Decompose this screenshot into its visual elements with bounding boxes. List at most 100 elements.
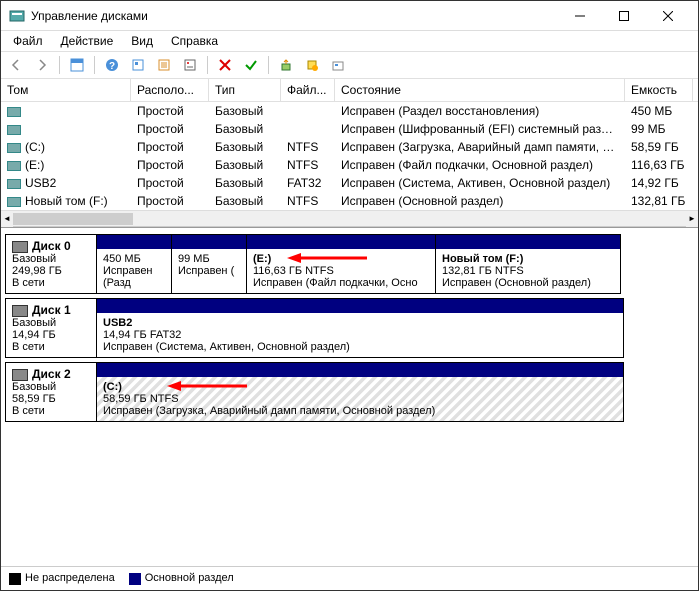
- partition[interactable]: USB214,94 ГБ FAT32Исправен (Система, Акт…: [96, 298, 624, 358]
- partition-label: USB2: [103, 317, 617, 329]
- volume-status: Исправен (Шифрованный (EFI) системный ра…: [335, 121, 625, 137]
- col-type[interactable]: Тип: [209, 79, 281, 101]
- volume-layout: Простой: [131, 157, 209, 173]
- disk-icon: [12, 241, 28, 253]
- view-top-icon[interactable]: [66, 54, 88, 76]
- close-button[interactable]: [646, 2, 690, 30]
- table-row[interactable]: ПростойБазовыйИсправен (Раздел восстанов…: [1, 102, 698, 120]
- partition[interactable]: (E:)116,63 ГБ NTFSИсправен (Файл подкачк…: [246, 234, 436, 294]
- volume-fs: NTFS: [281, 139, 335, 155]
- col-capacity[interactable]: Емкость: [625, 79, 693, 101]
- volume-fs: [281, 121, 335, 137]
- disk-type: Базовый: [12, 253, 90, 265]
- scrollbar-thumb[interactable]: [13, 213, 133, 225]
- col-volume[interactable]: Том: [1, 79, 131, 101]
- volume-layout: Простой: [131, 193, 209, 209]
- volume-status: Исправен (Файл подкачки, Основной раздел…: [335, 157, 625, 173]
- menu-action[interactable]: Действие: [53, 32, 122, 50]
- volume-name: [1, 103, 131, 119]
- table-row[interactable]: USB2ПростойБазовыйFAT32Исправен (Система…: [1, 174, 698, 192]
- scroll-right-icon[interactable]: ►: [686, 211, 698, 227]
- disk-icon: [12, 369, 28, 381]
- maximize-button[interactable]: [602, 2, 646, 30]
- table-header: Том Располо... Тип Файл... Состояние Емк…: [1, 79, 698, 102]
- volumes-table: Том Располо... Тип Файл... Состояние Емк…: [1, 79, 698, 227]
- partition-size: 450 МБ: [103, 253, 165, 265]
- partition-color-bar: [97, 235, 171, 249]
- scroll-left-icon[interactable]: ◄: [1, 211, 13, 227]
- list-icon[interactable]: [153, 54, 175, 76]
- partition-status: Исправен (Файл подкачки, Осно: [253, 277, 429, 289]
- toolbar: ?: [1, 51, 698, 79]
- action1-icon[interactable]: [275, 54, 297, 76]
- partition-color-bar: [172, 235, 246, 249]
- col-fs[interactable]: Файл...: [281, 79, 335, 101]
- properties-icon[interactable]: [179, 54, 201, 76]
- volume-icon: [7, 197, 21, 207]
- disk-type: Базовый: [12, 381, 90, 393]
- help-icon[interactable]: ?: [101, 54, 123, 76]
- volume-type: Базовый: [209, 121, 281, 137]
- partition-color-bar: [97, 363, 623, 377]
- volume-name: [1, 121, 131, 137]
- table-row[interactable]: ПростойБазовый Исправен (Шифрованный (EFI…: [1, 120, 698, 138]
- volume-layout: Простой: [131, 121, 209, 137]
- delete-icon[interactable]: [214, 54, 236, 76]
- partitions-container: (C:)58,59 ГБ NTFSИсправен (Загрузка, Ава…: [97, 362, 694, 422]
- partition-status: Исправен (Загрузка, Аварийный дамп памят…: [103, 405, 617, 417]
- back-button[interactable]: [5, 54, 27, 76]
- partition[interactable]: 450 МБИсправен (Разд: [96, 234, 172, 294]
- unallocated-swatch-icon: [9, 573, 21, 585]
- action3-icon[interactable]: [327, 54, 349, 76]
- partition-color-bar: [97, 299, 623, 313]
- disk-row: Диск 2Базовый58,59 ГБВ сети(C:)58,59 ГБ …: [5, 362, 694, 422]
- menu-help[interactable]: Справка: [163, 32, 226, 50]
- refresh-icon[interactable]: [127, 54, 149, 76]
- red-arrow-icon: [287, 251, 367, 268]
- volume-capacity: 132,81 ГБ: [625, 193, 693, 209]
- disk-graphical-view: Диск 0Базовый249,98 ГБВ сети450 МБИсправ…: [1, 227, 698, 566]
- primary-swatch-icon: [129, 573, 141, 585]
- partition[interactable]: 99 МБИсправен (: [171, 234, 247, 294]
- volume-capacity: 58,59 ГБ: [625, 139, 693, 155]
- disk-status: В сети: [12, 277, 90, 289]
- col-layout[interactable]: Располо...: [131, 79, 209, 101]
- partition-status: Исправен (Основной раздел): [442, 277, 614, 289]
- col-status[interactable]: Состояние: [335, 79, 625, 101]
- volume-name: (E:): [1, 157, 131, 173]
- minimize-button[interactable]: [558, 2, 602, 30]
- table-row[interactable]: (E:)ПростойБазовыйNTFSИсправен (Файл под…: [1, 156, 698, 174]
- disk-info[interactable]: Диск 0Базовый249,98 ГБВ сети: [5, 234, 97, 294]
- table-row[interactable]: Новый том (F:)ПростойБазовыйNTFSИсправен…: [1, 192, 698, 210]
- volume-fs: NTFS: [281, 193, 335, 209]
- table-row[interactable]: (C:)ПростойБазовыйNTFSИсправен (Загрузка…: [1, 138, 698, 156]
- partition-size: 14,94 ГБ FAT32: [103, 329, 617, 341]
- disk-row: Диск 0Базовый249,98 ГБВ сети450 МБИсправ…: [5, 234, 694, 294]
- volume-layout: Простой: [131, 139, 209, 155]
- volume-fs: NTFS: [281, 157, 335, 173]
- volume-type: Базовый: [209, 193, 281, 209]
- disk-size: 249,98 ГБ: [12, 265, 90, 277]
- menu-file[interactable]: Файл: [5, 32, 51, 50]
- partition[interactable]: Новый том (F:)132,81 ГБ NTFSИсправен (Ос…: [435, 234, 621, 294]
- menu-view[interactable]: Вид: [123, 32, 161, 50]
- disk-size: 14,94 ГБ: [12, 329, 90, 341]
- disk-info[interactable]: Диск 2Базовый58,59 ГБВ сети: [5, 362, 97, 422]
- disk-info[interactable]: Диск 1Базовый14,94 ГБВ сети: [5, 298, 97, 358]
- red-arrow-icon: [167, 379, 247, 396]
- partitions-container: USB214,94 ГБ FAT32Исправен (Система, Акт…: [97, 298, 694, 358]
- forward-button[interactable]: [31, 54, 53, 76]
- action2-icon[interactable]: [301, 54, 323, 76]
- partition-status: Исправен (: [178, 265, 240, 277]
- partition[interactable]: (C:)58,59 ГБ NTFSИсправен (Загрузка, Ава…: [96, 362, 624, 422]
- check-icon[interactable]: [240, 54, 262, 76]
- volume-layout: Простой: [131, 103, 209, 119]
- volume-capacity: 450 МБ: [625, 103, 693, 119]
- volume-icon: [7, 179, 21, 189]
- volume-type: Базовый: [209, 103, 281, 119]
- partition-size: 132,81 ГБ NTFS: [442, 265, 614, 277]
- volume-status: Исправен (Основной раздел): [335, 193, 625, 209]
- volume-fs: FAT32: [281, 175, 335, 191]
- toolbar-separator: [207, 56, 208, 74]
- horizontal-scrollbar[interactable]: ◄ ►: [1, 210, 698, 226]
